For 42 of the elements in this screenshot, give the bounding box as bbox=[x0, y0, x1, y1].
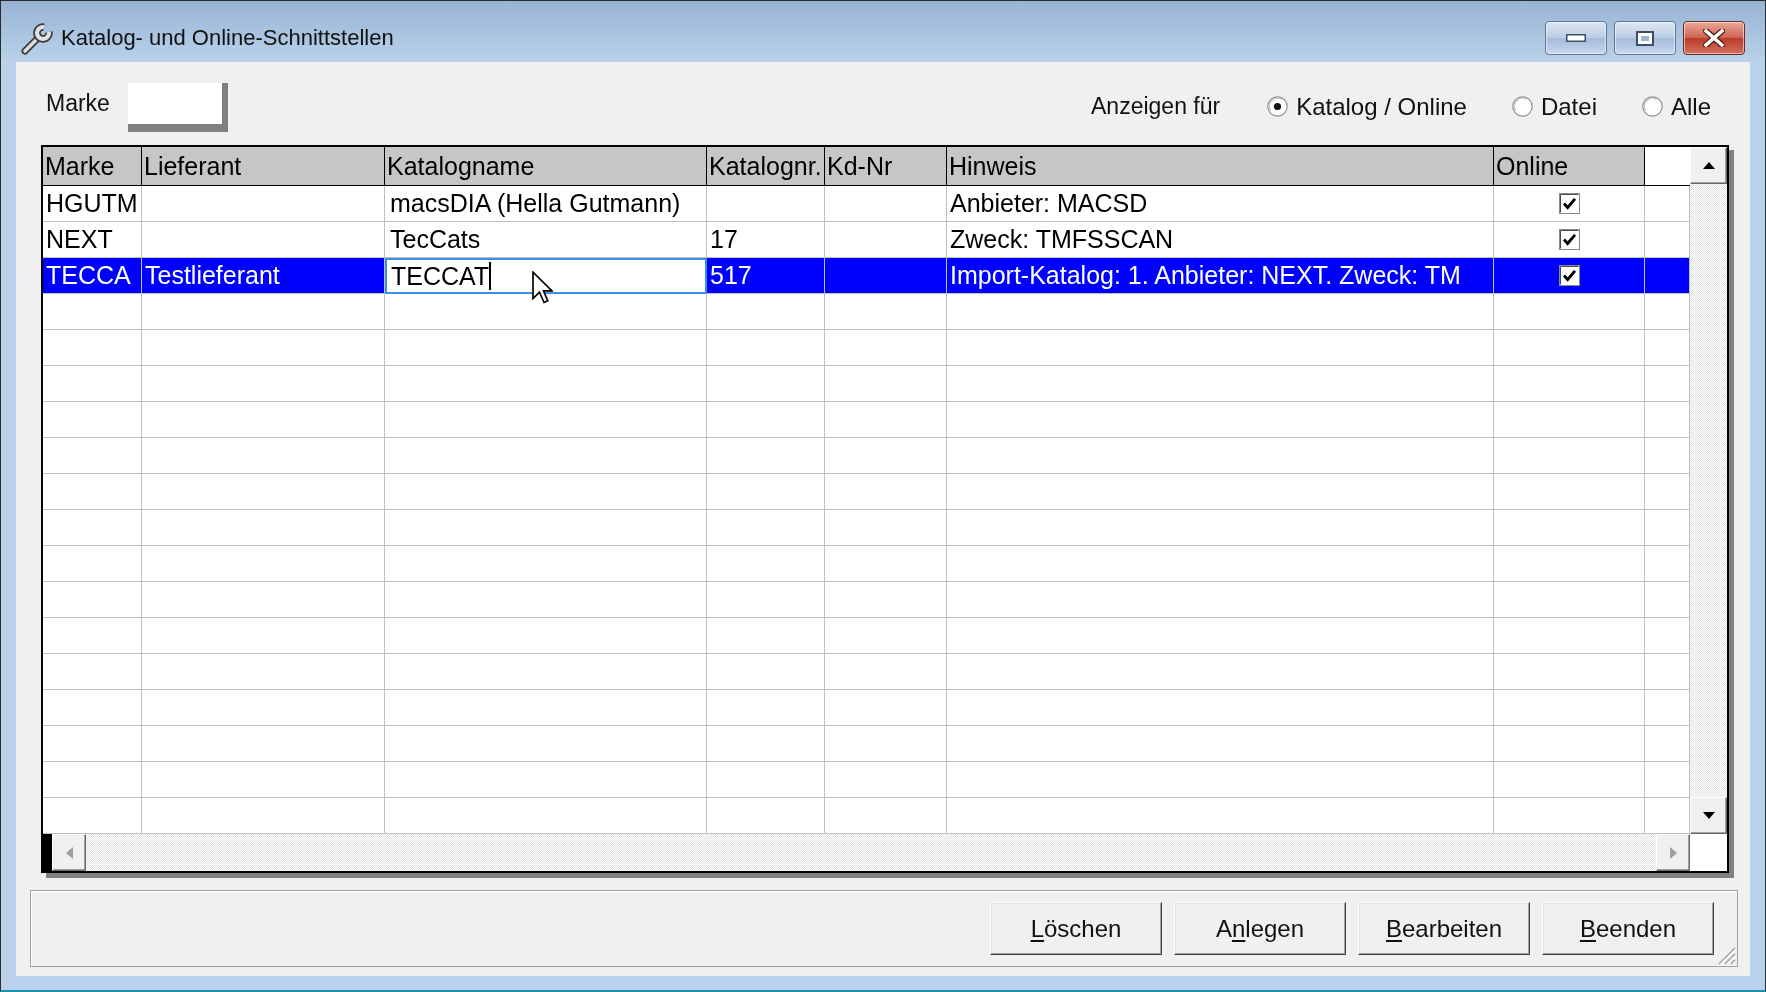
column-header: Katalogname bbox=[385, 147, 707, 186]
online-checkbox[interactable] bbox=[1558, 193, 1580, 214]
table-row[interactable]: NEXT TecCats 17 Zweck: TMFSSCAN bbox=[43, 222, 1690, 258]
horizontal-scrollbar[interactable] bbox=[43, 834, 1690, 871]
column-header: Katalognr. bbox=[707, 147, 825, 186]
radio-option[interactable]: Alle bbox=[1641, 88, 1711, 125]
cell-edit-field[interactable]: TECCAT bbox=[385, 258, 707, 294]
arrow-up-icon bbox=[1702, 162, 1715, 169]
online-checkbox[interactable] bbox=[1558, 229, 1580, 250]
column-header: Marke bbox=[43, 147, 142, 186]
scroll-down-button[interactable] bbox=[1690, 797, 1727, 834]
vertical-scrollbar[interactable] bbox=[1690, 147, 1727, 834]
scroll-left-button[interactable] bbox=[52, 834, 86, 871]
radio-option[interactable]: Katalog / Online bbox=[1267, 88, 1467, 125]
dialog-button[interactable]: Bearbeiten bbox=[1358, 902, 1530, 955]
online-checkbox[interactable] bbox=[1558, 265, 1580, 286]
arrow-right-icon bbox=[1669, 846, 1677, 859]
column-header: Online bbox=[1494, 147, 1645, 186]
minimize-icon bbox=[1566, 34, 1586, 42]
table-row[interactable]: HGUTM macsDIA (Hella Gutmann) Anbieter: MACSD bbox=[43, 186, 1690, 222]
dialog-button[interactable]: Anlegen bbox=[1174, 902, 1346, 955]
arrow-left-icon bbox=[65, 846, 73, 859]
arrow-down-icon bbox=[1702, 812, 1715, 819]
column-header: Hinweis bbox=[947, 147, 1494, 186]
close-icon bbox=[1703, 29, 1725, 47]
maximize-icon bbox=[1636, 30, 1654, 46]
column-header: Kd-Nr bbox=[825, 147, 947, 186]
marke-input[interactable] bbox=[127, 83, 228, 132]
close-button[interactable] bbox=[1683, 21, 1745, 55]
maximize-button[interactable] bbox=[1614, 21, 1676, 55]
display-filter-label: Anzeigen für bbox=[1091, 92, 1221, 121]
dialog-button[interactable]: Beenden bbox=[1542, 902, 1714, 955]
minimize-button[interactable] bbox=[1545, 21, 1607, 55]
radio-option[interactable]: Datei bbox=[1511, 88, 1597, 125]
scroll-right-button[interactable] bbox=[1656, 834, 1690, 871]
table-row[interactable]: TECCA Testlieferant TECCAT 517 Import-Katalog: 1. Anbieter: NEXT. Zweck: TM bbox=[43, 258, 1690, 294]
wrench-icon bbox=[20, 22, 54, 56]
column-header: Lieferant bbox=[142, 147, 385, 186]
scroll-up-button[interactable] bbox=[1690, 147, 1727, 184]
dialog-button[interactable]: Löschen bbox=[990, 902, 1162, 955]
marke-label: Marke bbox=[46, 89, 110, 118]
window-title: Katalog- und Online-Schnittstellen bbox=[61, 27, 394, 49]
